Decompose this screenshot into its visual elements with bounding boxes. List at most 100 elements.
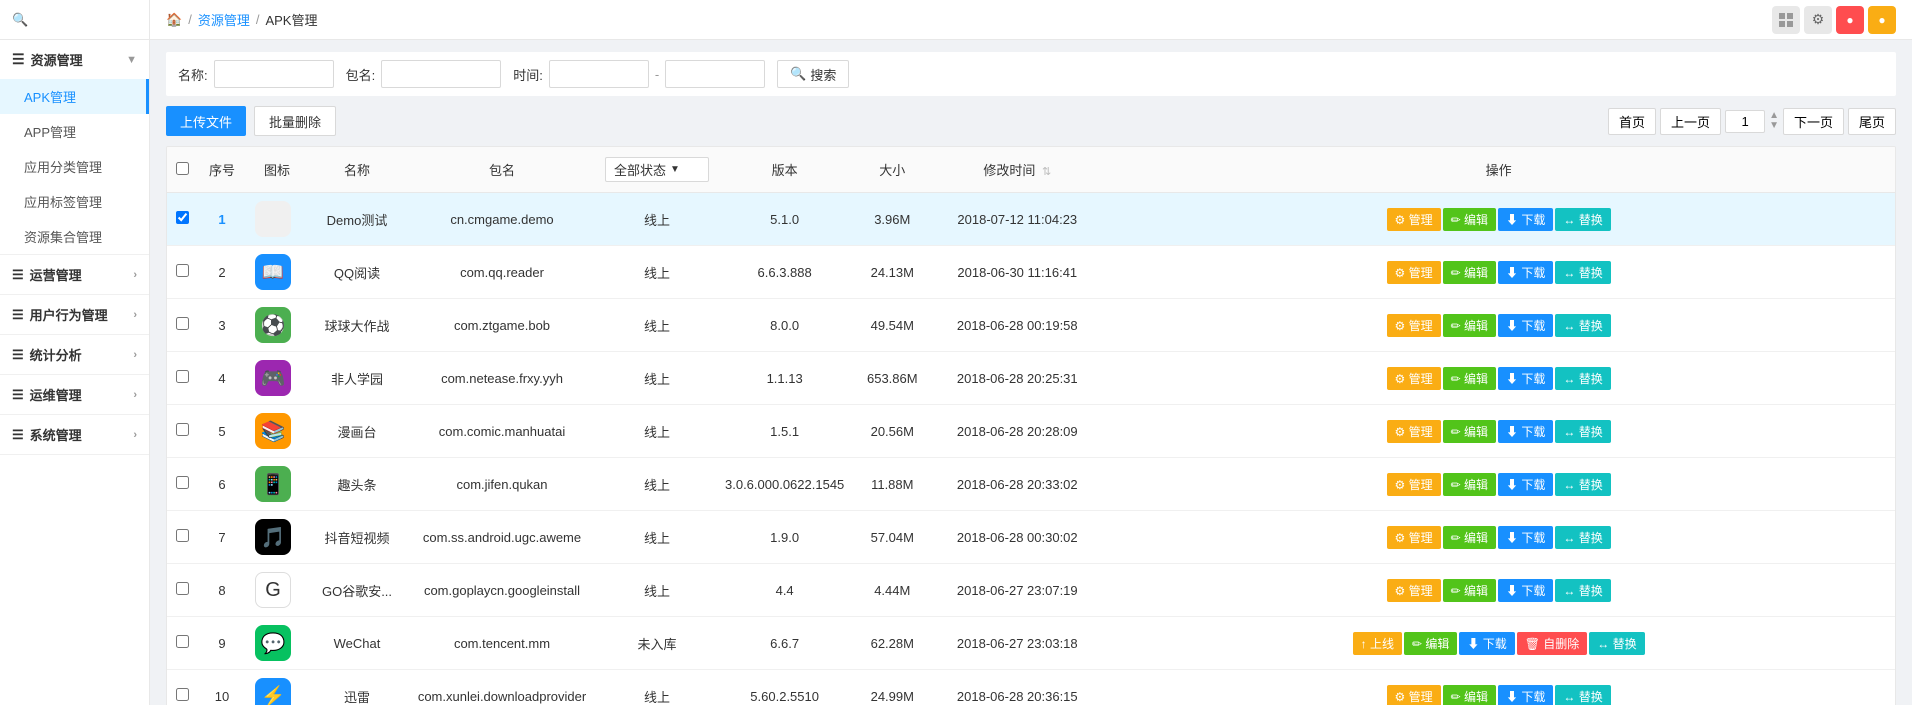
op-manage-button[interactable]: ⚙ 管理	[1387, 685, 1441, 705]
filter-name-input[interactable]	[214, 60, 334, 88]
row-checkbox[interactable]	[176, 370, 189, 383]
op-edit-button[interactable]: ✏ 编辑	[1443, 420, 1496, 443]
sidebar-section-header-devops[interactable]: ☰ 运维管理 ›	[0, 375, 149, 414]
op-manage-button[interactable]: ⚙ 管理	[1387, 526, 1441, 549]
op-delete-button[interactable]: 🗑 自删除	[1517, 632, 1588, 655]
status-filter-dropdown[interactable]: 全部状态 ▼	[605, 157, 709, 182]
sidebar-search-bar[interactable]: 🔍	[0, 0, 149, 40]
row-checkbox[interactable]	[176, 423, 189, 436]
filter-time-start-input[interactable]	[549, 60, 649, 88]
sidebar-item-app-category[interactable]: 应用分类管理	[0, 149, 149, 184]
topbar-red-icon[interactable]: ●	[1836, 6, 1864, 34]
op-replace-button[interactable]: ↔ 替换	[1555, 314, 1610, 337]
main-content: 🏠 / 资源管理 / APK管理 ⚙ ● ● 名称:	[150, 0, 1912, 705]
op-manage-button[interactable]: ⚙ 管理	[1387, 314, 1441, 337]
grid-icon	[1778, 12, 1794, 28]
op-replace-button[interactable]: ↔ 替换	[1555, 208, 1610, 231]
op-replace-button[interactable]: ↔ 替换	[1555, 473, 1610, 496]
op-edit-button[interactable]: ✏ 编辑	[1443, 208, 1496, 231]
op-replace-button[interactable]: ↔ 替换	[1555, 420, 1610, 443]
page-number-input-top[interactable]	[1725, 110, 1765, 133]
select-all-checkbox[interactable]	[176, 162, 189, 175]
filter-time-group: 时间: -	[513, 60, 765, 88]
sidebar-section-header-stats[interactable]: ☰ 统计分析 ›	[0, 335, 149, 374]
op-replace-button[interactable]: ↔ 替换	[1555, 685, 1610, 705]
row-checkbox[interactable]	[176, 317, 189, 330]
sidebar-item-apk[interactable]: APK管理	[0, 79, 149, 114]
page-arrows-top[interactable]: ▲ ▼	[1769, 111, 1779, 131]
op-manage-button[interactable]: ⚙ 管理	[1387, 261, 1441, 284]
row-checkbox[interactable]	[176, 582, 189, 595]
row-checkbox[interactable]	[176, 635, 189, 648]
sidebar-search-input[interactable]	[34, 12, 137, 27]
op-edit-button[interactable]: ✏ 编辑	[1404, 632, 1457, 655]
sidebar-section-header-asset[interactable]: ☰ 资源管理 ▼	[0, 40, 149, 79]
row-checkbox-cell	[167, 617, 197, 670]
op-replace-button[interactable]: ↔ 替换	[1555, 526, 1610, 549]
op-replace-button[interactable]: ↔ 替换	[1555, 579, 1610, 602]
sidebar-section-header-ops[interactable]: ☰ 运营管理 ›	[0, 255, 149, 294]
home-icon[interactable]: 🏠	[166, 12, 182, 28]
op-download-button[interactable]: ⬇ 下载	[1498, 367, 1553, 390]
op-download-button[interactable]: ⬇ 下载	[1498, 208, 1553, 231]
op-edit-button[interactable]: ✏ 编辑	[1443, 579, 1496, 602]
op-download-button[interactable]: ⬇ 下载	[1498, 420, 1553, 443]
sidebar-section-label-sys: 系统管理	[30, 425, 82, 444]
topbar-settings-icon[interactable]: ⚙	[1804, 6, 1832, 34]
search-button[interactable]: 🔍 搜索	[777, 60, 849, 88]
row-checkbox[interactable]	[176, 264, 189, 277]
row-time: 2018-06-28 20:36:15	[932, 670, 1102, 705]
op-download-button[interactable]: ⬇ 下载	[1498, 473, 1553, 496]
row-checkbox-cell	[167, 299, 197, 352]
topbar-orange-icon[interactable]: ●	[1868, 6, 1896, 34]
topbar-grid-icon[interactable]	[1772, 6, 1800, 34]
op-manage-button[interactable]: ⚙ 管理	[1387, 579, 1441, 602]
op-manage-button[interactable]: ⚙ 管理	[1387, 367, 1441, 390]
batch-delete-button[interactable]: 批量删除	[254, 106, 336, 136]
breadcrumb-level1[interactable]: 资源管理	[198, 10, 250, 29]
op-download-button[interactable]: ⬇ 下载	[1498, 685, 1553, 705]
op-manage-button[interactable]: ⚙ 管理	[1387, 473, 1441, 496]
op-download-button[interactable]: ⬇ 下载	[1498, 314, 1553, 337]
op-manage-button[interactable]: ⚙ 管理	[1387, 420, 1441, 443]
sidebar-item-app[interactable]: APP管理	[0, 114, 149, 149]
op-edit-button[interactable]: ✏ 编辑	[1443, 367, 1496, 390]
header-time[interactable]: 修改时间 ⇅	[932, 147, 1102, 193]
op-download-button[interactable]: ⬇ 下载	[1498, 526, 1553, 549]
sidebar-item-app-tag[interactable]: 应用标签管理	[0, 184, 149, 219]
row-name: GO谷歌安...	[307, 564, 407, 617]
sidebar-item-resource-set[interactable]: 资源集合管理	[0, 219, 149, 254]
filter-pkg-input[interactable]	[381, 60, 501, 88]
op-download-button[interactable]: ⬇ 下载	[1459, 632, 1514, 655]
next-page-button-top[interactable]: 下一页	[1783, 108, 1844, 135]
filter-time-end-input[interactable]	[665, 60, 765, 88]
last-page-button-top[interactable]: 尾页	[1848, 108, 1896, 135]
op-download-button[interactable]: ⬇ 下载	[1498, 579, 1553, 602]
upload-file-button[interactable]: 上传文件	[166, 106, 246, 136]
row-name: 球球大作战	[307, 299, 407, 352]
row-checkbox-cell	[167, 193, 197, 246]
filter-time-dash: -	[655, 67, 659, 82]
op-replace-button[interactable]: ↔ 替换	[1555, 261, 1610, 284]
first-page-button-top[interactable]: 首页	[1608, 108, 1656, 135]
op-replace-button[interactable]: ↔ 替换	[1555, 367, 1610, 390]
op-edit-button[interactable]: ✏ 编辑	[1443, 526, 1496, 549]
op-online-button[interactable]: ↑ 上线	[1353, 632, 1402, 655]
op-download-button[interactable]: ⬇ 下载	[1498, 261, 1553, 284]
header-status[interactable]: 全部状态 ▼	[597, 147, 717, 193]
op-replace-button[interactable]: ↔ 替换	[1589, 632, 1644, 655]
row-checkbox[interactable]	[176, 476, 189, 489]
row-checkbox[interactable]	[176, 211, 189, 224]
row-checkbox[interactable]	[176, 688, 189, 701]
op-edit-button[interactable]: ✏ 编辑	[1443, 473, 1496, 496]
prev-page-button-top[interactable]: 上一页	[1660, 108, 1721, 135]
op-manage-button[interactable]: ⚙ 管理	[1387, 208, 1441, 231]
row-checkbox[interactable]	[176, 529, 189, 542]
row-seq: 3	[197, 299, 247, 352]
sidebar-section-header-user[interactable]: ☰ 用户行为管理 ›	[0, 295, 149, 334]
op-edit-button[interactable]: ✏ 编辑	[1443, 314, 1496, 337]
page-down-arrow-top[interactable]: ▼	[1769, 121, 1779, 131]
op-edit-button[interactable]: ✏ 编辑	[1443, 261, 1496, 284]
op-edit-button[interactable]: ✏ 编辑	[1443, 685, 1496, 705]
sidebar-section-header-sys[interactable]: ☰ 系统管理 ›	[0, 415, 149, 454]
